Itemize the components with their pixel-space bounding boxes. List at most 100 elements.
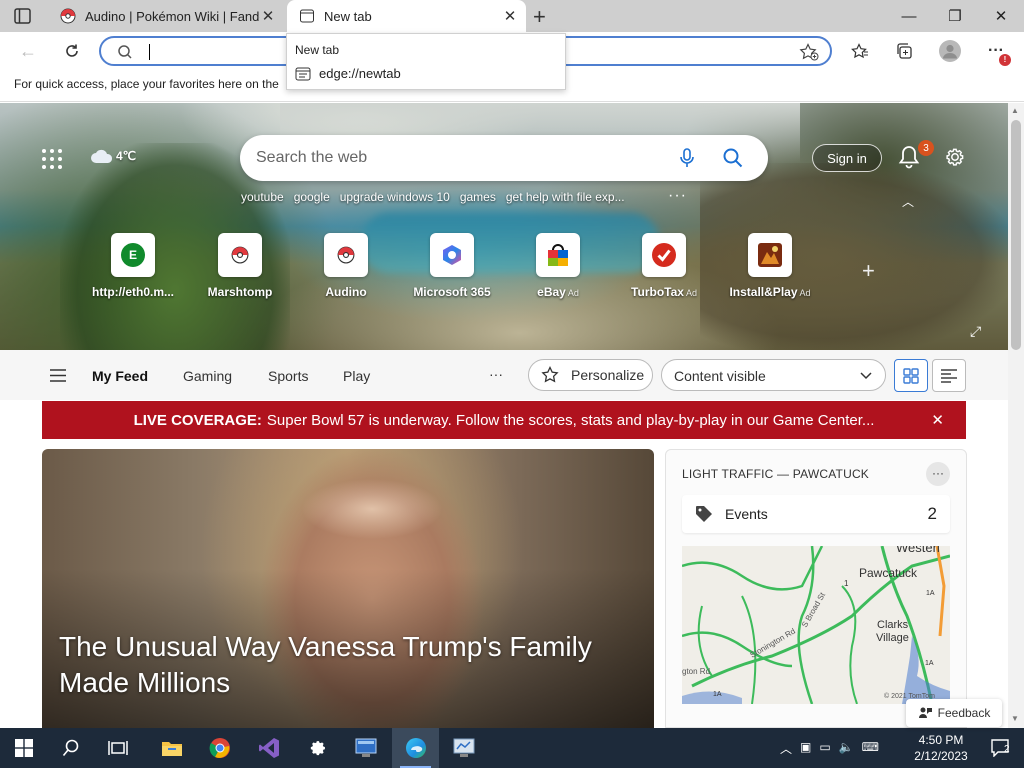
tab-my-feed[interactable]: My Feed	[92, 368, 148, 384]
trending-search-link[interactable]: get help with file exp...	[506, 190, 625, 204]
settings-menu-button[interactable]: ··· !	[980, 36, 1012, 66]
quick-link-tile[interactable]: eBay Ad	[508, 233, 608, 299]
start-button[interactable]	[0, 728, 47, 768]
grid-layout-button[interactable]	[894, 359, 928, 392]
tab-gaming[interactable]: Gaming	[183, 368, 232, 384]
microphone-icon[interactable]	[679, 148, 695, 168]
grid-icon	[903, 367, 919, 384]
news-headline[interactable]: The Unusual Way Vanessa Trump's Family M…	[59, 629, 619, 701]
minimize-button[interactable]: —	[886, 0, 932, 32]
chevron-down-icon	[860, 372, 872, 380]
battery-icon[interactable]: ▭	[819, 740, 830, 757]
tab-play[interactable]: Play	[343, 368, 370, 384]
action-center-button[interactable]: 2	[977, 728, 1024, 768]
control-panel-button[interactable]	[440, 728, 487, 768]
monitor-icon	[355, 738, 376, 757]
clock[interactable]: 4:50 PM 2/12/2023	[906, 732, 976, 764]
suggestion-url: edge://newtab	[319, 66, 401, 81]
tab-new-tab[interactable]: New tab ✕	[287, 0, 526, 32]
events-row[interactable]: Events 2	[682, 495, 950, 533]
edge-icon	[405, 738, 426, 758]
add-site-button[interactable]: +	[862, 258, 875, 284]
task-view-button[interactable]	[94, 728, 141, 768]
file-explorer-button[interactable]	[148, 728, 195, 768]
trending-searches: youtube google upgrade windows 10 games …	[241, 190, 635, 204]
more-tabs-button[interactable]: ···	[489, 366, 503, 382]
close-icon[interactable]: ✕	[931, 411, 944, 429]
microsoft-365-icon	[443, 245, 461, 265]
close-tab-icon[interactable]: ✕	[502, 7, 518, 25]
chevron-up-icon[interactable]: ︿	[780, 740, 792, 757]
map-label: Village	[876, 632, 909, 644]
add-favorite-icon[interactable]	[799, 43, 819, 61]
volume-icon[interactable]: 🔈	[839, 740, 854, 757]
apps-grid-icon[interactable]	[41, 148, 63, 170]
feed-navigation: My Feed Gaming Sports Play ··· Personali…	[0, 350, 1008, 400]
chrome-button[interactable]	[196, 728, 243, 768]
remote-desktop-button[interactable]	[342, 728, 389, 768]
newtab-icon	[295, 67, 311, 80]
card-options-button[interactable]: ···	[926, 462, 950, 486]
expand-background-icon[interactable]: ⤢	[970, 323, 981, 340]
quick-link-tile[interactable]: Marshtomp	[190, 233, 290, 299]
clock-time: 4:50 PM	[918, 733, 964, 747]
tab-audino[interactable]: Audino | Pokémon Wiki | Fandom ✕	[48, 0, 284, 32]
search-icon[interactable]	[723, 148, 743, 168]
tile-label: http://eth0.m...	[92, 285, 174, 299]
more-searches-button[interactable]: ···	[668, 187, 687, 205]
refresh-button[interactable]	[56, 36, 88, 66]
sign-in-button[interactable]: Sign in	[812, 144, 882, 172]
favorites-button[interactable]	[844, 36, 876, 66]
collapse-chevron-icon[interactable]: ︿	[902, 193, 914, 210]
scroll-down-arrow[interactable]: ▼	[1011, 714, 1019, 723]
hero-news-card[interactable]: The Unusual Way Vanessa Trump's Family M…	[42, 449, 654, 728]
edge-button[interactable]	[392, 728, 439, 768]
network-drive-icon[interactable]: ▣	[800, 740, 811, 757]
map-label: 1A	[925, 660, 934, 667]
new-tab-button[interactable]: +	[533, 4, 546, 30]
windows-logo-icon	[14, 739, 33, 757]
pokeball-icon	[337, 246, 355, 264]
quick-link-tile[interactable]: TurboTax Ad	[614, 233, 714, 299]
trending-search-link[interactable]: upgrade windows 10	[340, 190, 450, 204]
traffic-map[interactable]: Westerl Pawcatuck Clarks Village Stoning…	[682, 546, 950, 704]
close-window-button[interactable]: ✕	[978, 0, 1024, 32]
scroll-thumb[interactable]	[1011, 120, 1021, 350]
gear-icon[interactable]	[944, 146, 966, 168]
visual-studio-button[interactable]	[245, 728, 292, 768]
map-label: Westerl	[896, 546, 940, 555]
hamburger-menu-icon[interactable]	[50, 369, 66, 382]
tab-sports[interactable]: Sports	[268, 368, 308, 384]
tab-strip: Audino | Pokémon Wiki | Fandom ✕ New tab…	[0, 0, 1024, 32]
weather-widget[interactable]: 4℃	[90, 148, 136, 164]
quick-link-tile[interactable]: Install&Play Ad	[720, 233, 820, 299]
close-tab-icon[interactable]: ✕	[260, 7, 276, 25]
notifications-button[interactable]: 3	[898, 140, 934, 171]
profile-button[interactable]	[934, 36, 966, 66]
live-coverage-banner[interactable]: LIVE COVERAGE: Super Bowl 57 is underway…	[42, 401, 966, 439]
search-button[interactable]	[47, 728, 94, 768]
tab-actions-icon[interactable]	[14, 8, 31, 29]
back-button[interactable]: ←	[12, 36, 44, 66]
update-badge: !	[999, 54, 1011, 66]
quick-link-tile[interactable]: E http://eth0.m...	[83, 233, 183, 299]
keyboard-icon[interactable]: ⌨	[862, 740, 879, 757]
list-layout-button[interactable]	[932, 359, 966, 392]
trending-search-link[interactable]: games	[460, 190, 496, 204]
web-search-box[interactable]: Search the web	[240, 135, 768, 181]
restore-button[interactable]: ❐	[932, 0, 978, 32]
personalize-button[interactable]: Personalize	[528, 359, 653, 391]
feedback-button[interactable]: Feedback	[906, 699, 1002, 727]
collections-button[interactable]	[888, 36, 920, 66]
tag-icon	[696, 506, 712, 522]
quick-link-tile[interactable]: Audino	[296, 233, 396, 299]
suggestion-item[interactable]: edge://newtab	[295, 66, 401, 81]
settings-button[interactable]	[294, 728, 341, 768]
content-visibility-value: Content visible	[674, 368, 766, 384]
trending-search-link[interactable]: youtube	[241, 190, 284, 204]
quick-link-tile[interactable]: Microsoft 365	[402, 233, 502, 299]
vertical-scrollbar[interactable]: ▲ ▼	[1008, 103, 1024, 728]
trending-search-link[interactable]: google	[294, 190, 330, 204]
scroll-up-arrow[interactable]: ▲	[1011, 106, 1019, 115]
content-visibility-dropdown[interactable]: Content visible	[661, 359, 886, 391]
